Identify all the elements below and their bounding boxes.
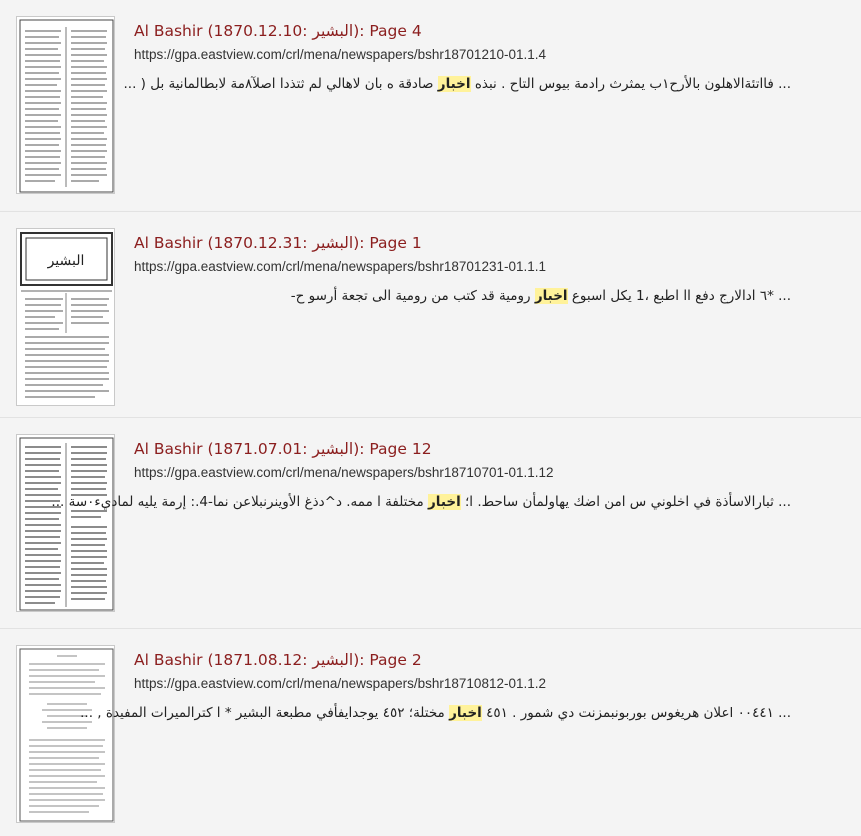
snippet-text-after: رومية قد كتب من رومية الى تجعة أرسو ح- (290, 288, 531, 304)
page-thumbnail[interactable] (16, 645, 115, 823)
snippet-text-before: ... *٦ ادالارج دفع اا اطبع ،1 يكل اسبوع (571, 288, 791, 304)
result-url[interactable]: https://gpa.eastview.com/crl/mena/newspa… (134, 47, 546, 62)
result-item: Al Bashir (البشير :1870.12.10): Page 4 h… (0, 0, 861, 210)
result-snippet: ... *٦ ادالارج دفع اا اطبع ،1 يكل اسبوع … (291, 288, 791, 304)
result-item: Al Bashir (البشير :1871.08.12): Page 2 h… (0, 629, 861, 836)
result-item: البشير Al Bashir (البشير :1870.12.31): P… (0, 212, 861, 417)
result-url[interactable]: https://gpa.eastview.com/crl/mena/newspa… (134, 676, 546, 691)
result-item: Al Bashir (البشير :1871.07.01): Page 12 … (0, 418, 861, 628)
result-snippet: ... فااتئةالاهلون بالأرح١ب يمثرث رادمة ب… (123, 76, 791, 92)
result-title-link[interactable]: Al Bashir (البشير :1870.12.10): Page 4 (134, 22, 422, 40)
snippet-text-after: مختلة؛ ٤٥٢ يوجدايفأفي مطبعة البشير * ا ك… (80, 705, 445, 721)
page-thumbnail[interactable]: البشير (16, 228, 115, 406)
result-snippet: ... ٠٠٤٤١ lعلان هريغوس بوربونبمزنت دي شم… (80, 705, 791, 721)
search-term-highlight: اخبار (449, 705, 482, 721)
search-term-highlight: اخبار (428, 494, 461, 510)
snippet-text-before: ... فااتئةالاهلون بالأرح١ب يمثرث رادمة ب… (474, 76, 791, 92)
snippet-text-after: صادقة ه بان لاهالي لم ثتذدا اصلآ٨مة لابط… (123, 76, 434, 92)
result-url[interactable]: https://gpa.eastview.com/crl/mena/newspa… (134, 259, 546, 274)
snippet-text-after: مختلفة ا ممه. د^دذغ الأوينرنبلاعن نما-4.… (51, 494, 424, 510)
snippet-text-before: ... ٠٠٤٤١ lعلان هريغوس بوربونبمزنت دي شم… (486, 705, 791, 721)
svg-text:البشير: البشير (47, 253, 85, 269)
search-results-list: Al Bashir (البشير :1870.12.10): Page 4 h… (0, 0, 861, 836)
result-title-link[interactable]: Al Bashir (البشير :1870.12.31): Page 1 (134, 234, 422, 252)
page-thumbnail[interactable] (16, 434, 115, 612)
page-thumbnail[interactable] (16, 16, 115, 194)
search-term-highlight: اخبار (437, 76, 471, 92)
result-title-link[interactable]: Al Bashir (البشير :1871.08.12): Page 2 (134, 651, 422, 669)
result-title-link[interactable]: Al Bashir (البشير :1871.07.01): Page 12 (134, 440, 432, 458)
snippet-text-before: ... ثبارالاسأذة في اخلوني س امن اضك يهاو… (465, 494, 791, 510)
result-snippet: ... ثبارالاسأذة في اخلوني س امن اضك يهاو… (51, 494, 791, 510)
result-url[interactable]: https://gpa.eastview.com/crl/mena/newspa… (134, 465, 554, 480)
search-term-highlight: اخبار (534, 288, 568, 304)
